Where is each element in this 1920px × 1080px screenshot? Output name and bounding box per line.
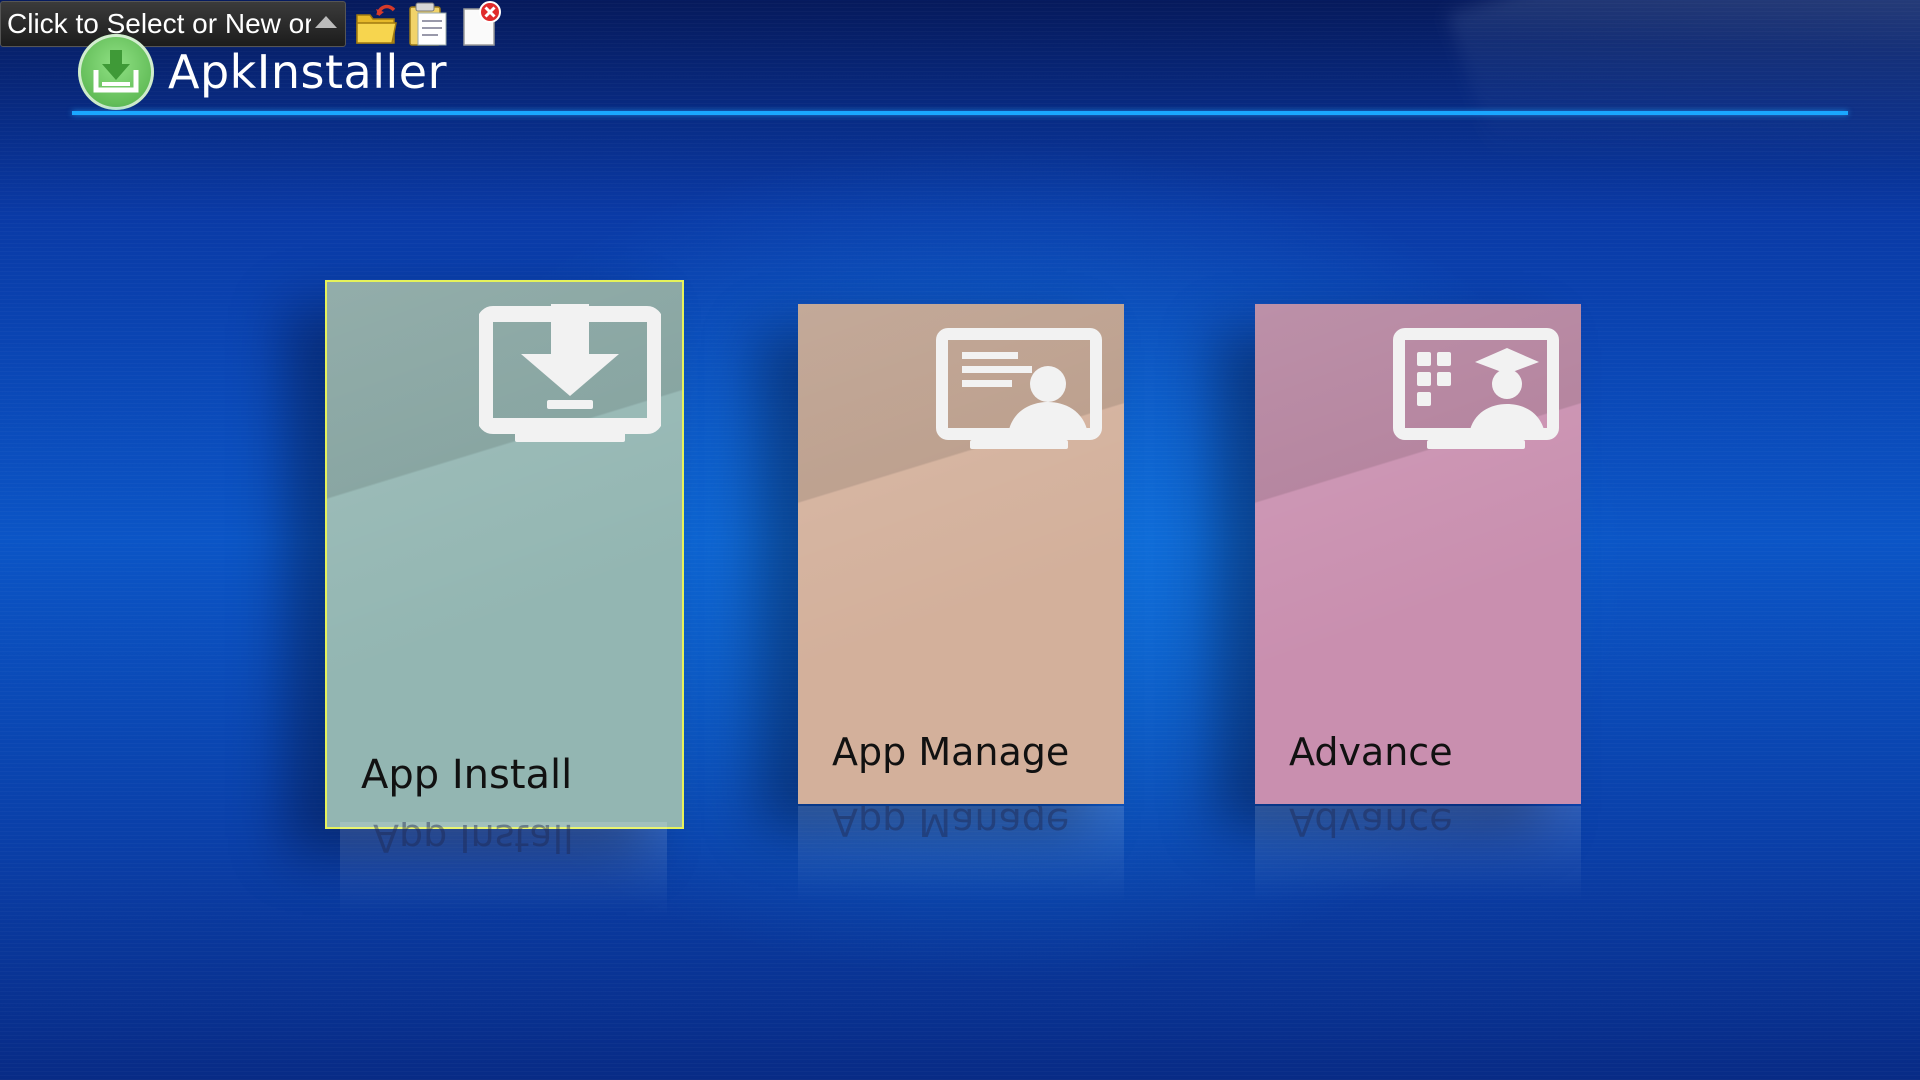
background-light-streak (1447, 0, 1920, 300)
advance-reflection: Advance (1255, 806, 1581, 901)
app-install-reflection: App Install (340, 822, 667, 917)
monitor-graduate-icon (1393, 328, 1559, 460)
header-divider (72, 111, 1848, 115)
monitor-download-icon (477, 304, 663, 454)
reflection-text: App Install (373, 822, 574, 860)
app-header: ApkInstaller (78, 34, 447, 110)
monitor-profile-icon (936, 328, 1102, 460)
advance-card[interactable]: Advance (1255, 304, 1581, 804)
card-label: App Manage (832, 730, 1070, 774)
app-manage-card[interactable]: App Manage (798, 304, 1124, 804)
app-install-card[interactable]: App Install (325, 280, 684, 829)
app-manage-reflection: App Manage (798, 806, 1124, 901)
reflection-text: Advance (1289, 806, 1453, 844)
card-label: Advance (1289, 730, 1453, 774)
card-label: App Install (361, 752, 573, 798)
apk-installer-logo-icon (78, 34, 154, 110)
caret-up-icon (315, 16, 337, 28)
document-delete-icon[interactable] (458, 1, 502, 47)
app-title: ApkInstaller (168, 45, 447, 99)
reflection-text: App Manage (832, 806, 1070, 844)
